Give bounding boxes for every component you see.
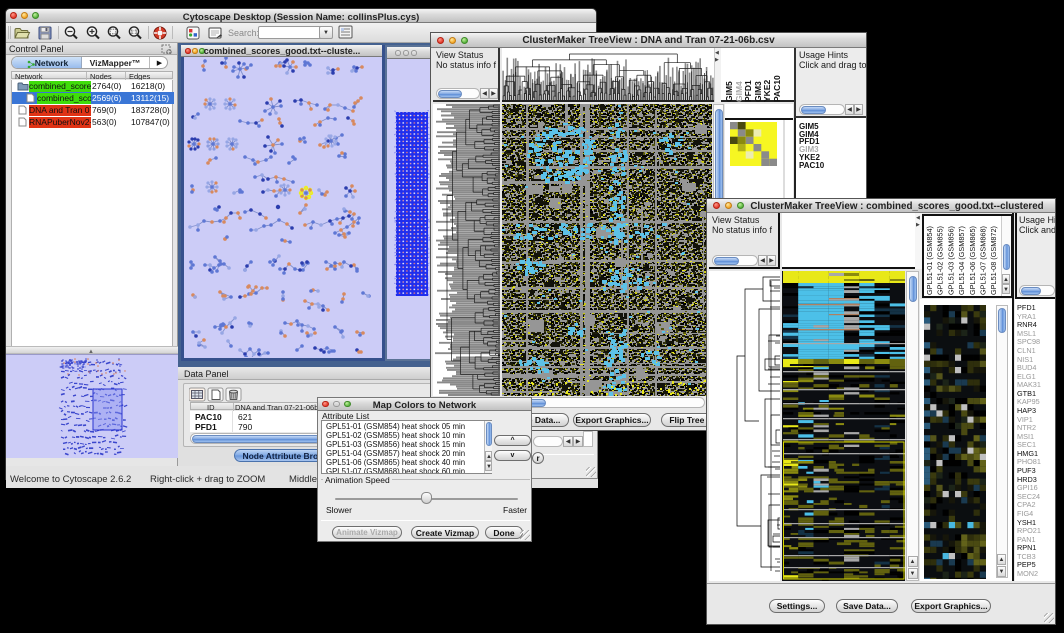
svg-text:GPL51-06 (GSM865): GPL51-06 (GSM865) <box>968 226 977 295</box>
svg-text:GPL51-07 (GSM868): GPL51-07 (GSM868) <box>979 226 988 295</box>
svg-text:1:1: 1:1 <box>131 30 138 36</box>
svg-text:GPL51-08 (GSM872): GPL51-08 (GSM872) <box>989 226 998 295</box>
svg-text:GPL51-04 (GSM857): GPL51-04 (GSM857) <box>957 226 966 295</box>
svg-text:GPL51-02 (GSM855): GPL51-02 (GSM855) <box>936 226 945 295</box>
svg-text:GPL51-03 (GSM856): GPL51-03 (GSM856) <box>946 226 955 295</box>
svg-text:GPL51-01 (GSM854): GPL51-01 (GSM854) <box>925 226 934 295</box>
